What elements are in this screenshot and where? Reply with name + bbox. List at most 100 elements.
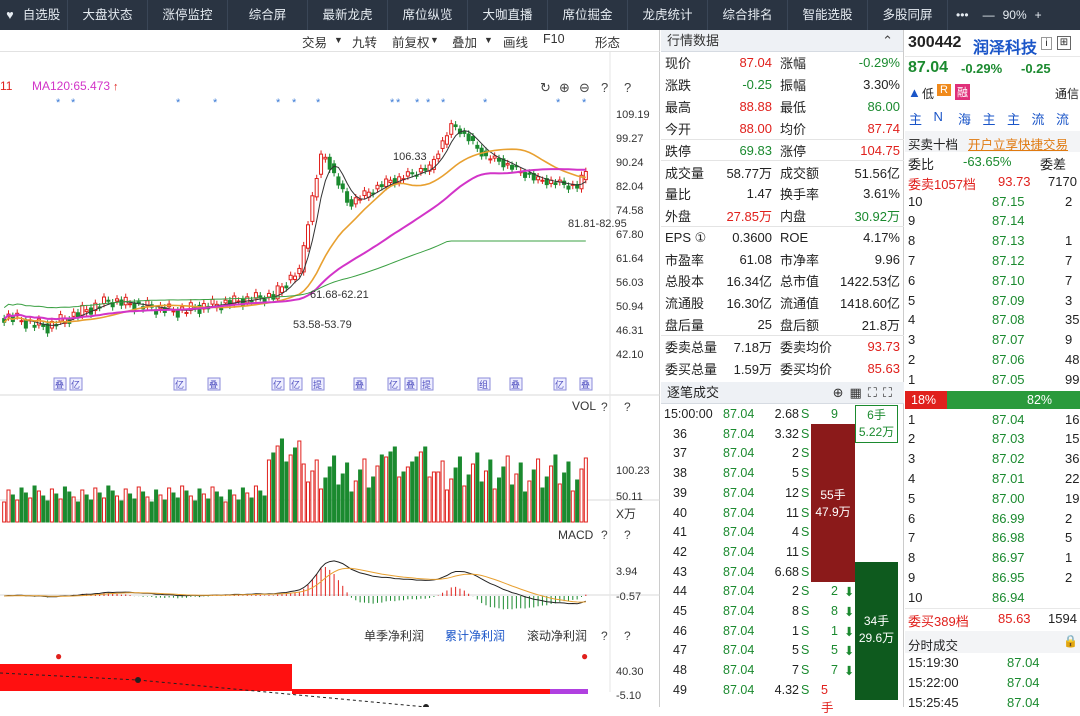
ask-row[interactable]: 8 87.13 1 <box>905 231 1080 251</box>
book-tab-0[interactable]: 主 <box>909 109 922 128</box>
macd-help-icon[interactable]: ? <box>601 528 608 542</box>
candle-body <box>384 178 389 187</box>
chart-tool-0[interactable]: 交易 <box>302 32 327 51</box>
ask-row[interactable]: 5 87.09 3 <box>905 291 1080 311</box>
vol-bar <box>518 462 523 523</box>
bid-row[interactable]: 4 87.01 22 <box>905 469 1080 489</box>
volume-bars <box>2 438 588 523</box>
help-icon[interactable]: ? <box>601 80 608 95</box>
bid-row[interactable]: 10 86.94 <box>905 588 1080 608</box>
kline-chart-svg[interactable]: 109.19 99.27 90.24 82.04 74.58 67.80 61.64 56.0… <box>0 30 660 707</box>
nav-item-2[interactable]: 涨停监控 <box>148 0 228 30</box>
tag-rong[interactable]: 融 <box>955 84 970 100</box>
tick-time: 48 <box>673 663 687 678</box>
vol-settings-icon[interactable]: ? <box>624 400 631 414</box>
fin-tab-2[interactable]: 滚动净利润 <box>527 628 587 643</box>
vol-bar <box>62 486 67 523</box>
quote-label: 委卖均价 <box>775 334 836 358</box>
ask-row[interactable]: 3 87.07 9 <box>905 330 1080 350</box>
chart-tool-4[interactable]: 画线 <box>503 32 528 51</box>
minus-icon[interactable]: — <box>983 8 995 22</box>
bid-row[interactable]: 8 86.97 1 <box>905 548 1080 568</box>
bid-row[interactable]: 6 86.99 2 <box>905 509 1080 529</box>
bid-row[interactable]: 7 86.98 5 <box>905 528 1080 548</box>
ask-row[interactable]: 9 87.14 <box>905 211 1080 231</box>
level-price: 87.14 <box>992 213 1025 229</box>
tag-r[interactable]: R <box>937 84 951 96</box>
chart-tool-1[interactable]: 九转 <box>352 32 377 51</box>
chart-tool-3[interactable]: 叠加 <box>452 32 477 51</box>
fin-tick: 40.30 <box>616 666 644 678</box>
ask-row[interactable]: 2 87.06 48 <box>905 350 1080 370</box>
bid-row[interactable]: 9 86.95 2 <box>905 568 1080 588</box>
kline-chart-panel[interactable]: 109.19 99.27 90.24 82.04 74.58 67.80 61.64 56.0… <box>0 30 660 707</box>
vol-bar <box>128 493 133 523</box>
book-tab-6[interactable]: 流 <box>1056 109 1069 128</box>
settings-icon[interactable]: ? <box>624 80 631 95</box>
nav-item-7[interactable]: 席位掘金 <box>548 0 628 30</box>
zoom-out-icon[interactable]: ⊖ <box>579 80 590 95</box>
quote-row: 盘后量 25 盘后额 21.8万 <box>661 314 904 336</box>
sell-total-vol: 7170 <box>1048 173 1077 189</box>
tick-time: 44 <box>673 584 687 599</box>
book-tab-5[interactable]: 流 <box>1032 109 1045 128</box>
vol-bar <box>184 490 189 523</box>
info-icon[interactable]: i <box>1041 37 1052 50</box>
level-vol: 2 <box>1065 569 1073 585</box>
ask-row[interactable]: 4 87.08 35 <box>905 310 1080 330</box>
book-tab-2[interactable]: 海 <box>958 109 971 128</box>
nav-item-1[interactable]: 大盘状态 <box>68 0 148 30</box>
grid-icon[interactable]: ⊞ <box>1057 36 1071 50</box>
macd-settings-icon[interactable]: ? <box>624 528 631 542</box>
zoom-in-icon[interactable]: ⊕ <box>559 80 570 95</box>
tick-vol: 5 <box>792 466 799 481</box>
vol-bar <box>536 458 541 523</box>
nav-item-4[interactable]: 最新龙虎 <box>308 0 388 30</box>
fin-settings-icon[interactable]: ? <box>624 629 631 643</box>
tick-tools[interactable]: ⊕▦⛶⛶ <box>833 382 898 404</box>
bid-row[interactable]: 5 87.00 197 <box>905 489 1080 509</box>
candle-body <box>119 299 124 306</box>
tick-count: 1 <box>831 623 838 638</box>
tick-side: S <box>801 407 810 421</box>
vol-help-icon[interactable]: ? <box>601 400 608 414</box>
chart-tool-6[interactable]: 形态 <box>595 32 620 51</box>
nav-item-11[interactable]: 多股同屏 <box>868 0 948 30</box>
bid-row[interactable]: 2 87.03 15 <box>905 429 1080 449</box>
book-tab-3[interactable]: 主 <box>983 109 996 128</box>
open-account-link[interactable]: 开户立享快捷交易 <box>968 134 1068 153</box>
quote-value: 27.85万 <box>726 208 772 224</box>
nav-item-6[interactable]: 大咖直播 <box>468 0 548 30</box>
tick-side: S <box>801 466 810 481</box>
nav-item-10[interactable]: 智能选股 <box>788 0 868 30</box>
level: 9 <box>908 569 916 585</box>
chart-tool-2[interactable]: 前复权 <box>392 32 430 51</box>
chart-tool-5[interactable]: F10 <box>543 32 565 46</box>
ask-row[interactable]: 7 87.12 7 <box>905 251 1080 271</box>
vol-bar <box>562 472 567 523</box>
nav-item-0[interactable]: 自选股 <box>16 0 68 30</box>
book-tab-4[interactable]: 主 <box>1007 109 1020 128</box>
nav-item-5[interactable]: 席位纵览 <box>388 0 468 30</box>
fin-help-icon[interactable]: ? <box>601 629 608 643</box>
fin-tab-1[interactable]: 累计净利润 <box>445 629 505 643</box>
lock-icon[interactable]: 🔒 <box>1063 634 1078 648</box>
quote-value: 69.83 <box>721 138 776 161</box>
refresh-icon[interactable]: ↻ <box>540 80 551 95</box>
nav-item-8[interactable]: 龙虎统计 <box>628 0 708 30</box>
bid-row[interactable]: 3 87.02 36 <box>905 449 1080 469</box>
vol-bar <box>310 470 315 523</box>
book-tab-1[interactable]: N <box>934 109 943 124</box>
nav-item-9[interactable]: 综合排名 <box>708 0 788 30</box>
nav-item-3[interactable]: 综合屏 <box>228 0 308 30</box>
more-icon[interactable]: ••• <box>956 8 969 22</box>
bid-row[interactable]: 1 87.04 16 <box>905 410 1080 430</box>
collapse-icon[interactable]: ⌃ <box>882 30 893 52</box>
plus-icon[interactable]: + <box>1035 8 1042 22</box>
ask-row[interactable]: 1 87.05 99 <box>905 370 1080 390</box>
ask-row[interactable]: 6 87.10 7 <box>905 271 1080 291</box>
fin-tab-0[interactable]: 单季净利润 <box>364 629 424 643</box>
industry-tag[interactable]: 通信 <box>1055 85 1079 102</box>
ask-row[interactable]: 10 87.15 2 <box>905 192 1080 212</box>
sell-total-label: 委卖1057档 <box>908 176 976 192</box>
